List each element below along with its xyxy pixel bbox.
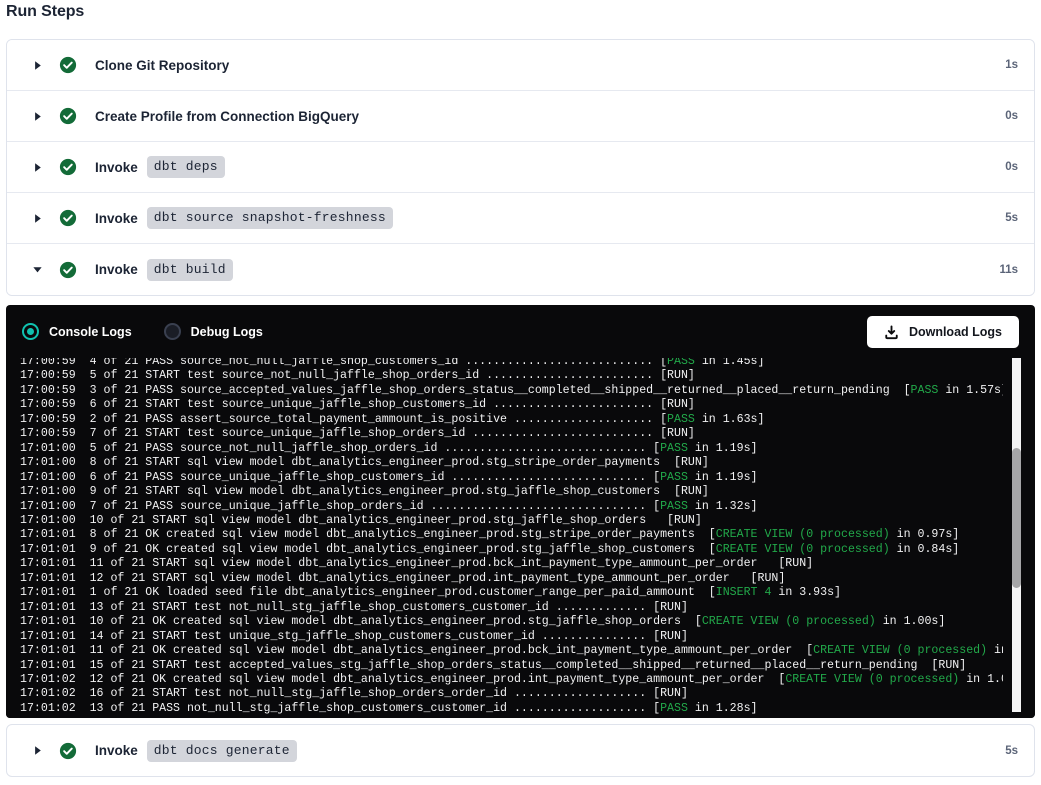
- console-log-line: 17:00:59 2 of 21 PASS assert_source_tota…: [20, 412, 765, 426]
- run-step-label: Invoke: [95, 159, 138, 175]
- run-step-label: Invoke: [95, 743, 138, 758]
- console-log-panel: Console Logs Debug Logs Download Logs 17…: [6, 305, 1035, 718]
- console-log-lines: 17:00:59 4 of 21 PASS source_not_null_ja…: [20, 358, 1003, 718]
- console-log-line: 17:01:02 16 of 21 START test not_null_st…: [20, 687, 688, 701]
- console-log-line: 17:01:01 12 of 21 START sql view model d…: [20, 571, 786, 585]
- download-logs-button[interactable]: Download Logs: [866, 316, 1019, 348]
- console-log-output[interactable]: 17:00:59 4 of 21 PASS source_not_null_ja…: [6, 358, 1035, 718]
- console-scrollbar[interactable]: [1012, 358, 1021, 712]
- console-log-line: 17:01:01 15 of 21 START test accepted_va…: [20, 658, 967, 672]
- run-step-duration: 5s: [1005, 212, 1018, 224]
- run-step-label: Create Profile from Connection BigQuery: [95, 108, 360, 124]
- run-step-label: Invoke: [95, 210, 138, 226]
- run-step-command-badge: dbt source snapshot-freshness: [146, 207, 393, 229]
- run-step-row[interactable]: Clone Git Repository 1s: [7, 40, 1034, 91]
- console-log-line: 17:01:01 1 of 21 OK loaded seed file dbt…: [20, 586, 841, 600]
- console-log-line: 17:01:02 12 of 21 OK created sql view mo…: [20, 672, 1003, 686]
- radio-option-console-logs[interactable]: Console Logs: [22, 323, 132, 340]
- radio-unselected-icon[interactable]: [163, 323, 181, 340]
- console-log-line: 17:00:59 5 of 21 START test source_not_n…: [20, 369, 695, 383]
- radio-selected-icon[interactable]: [22, 323, 39, 340]
- console-log-line: 17:01:02 13 of 21 PASS not_null_stg_jaff…: [20, 701, 758, 715]
- caret-right-icon[interactable]: [29, 111, 45, 122]
- console-log-line: 17:01:01 9 of 21 OK created sql view mod…: [20, 542, 960, 556]
- status-success-icon: [59, 158, 77, 176]
- run-step-docs-generate[interactable]: Invoke dbt docs generate 5s: [6, 724, 1035, 777]
- run-step-duration: 11s: [999, 263, 1018, 276]
- run-step-label: Invoke: [95, 262, 138, 277]
- run-step-row[interactable]: Invoke dbt deps 0s: [7, 142, 1034, 193]
- run-step-duration: 0s: [1005, 161, 1018, 173]
- console-log-line: 17:00:59 3 of 21 PASS source_accepted_va…: [20, 383, 1003, 397]
- console-log-line: 17:01:00 7 of 21 PASS source_unique_jaff…: [20, 499, 758, 513]
- console-log-line: 17:01:01 14 of 21 START test unique_stg_…: [20, 629, 688, 643]
- console-log-line: 17:01:00 10 of 21 START sql view model d…: [20, 513, 702, 527]
- download-logs-label: Download Logs: [908, 325, 1002, 339]
- console-log-line: 17:01:01 11 of 21 OK created sql view mo…: [20, 644, 1003, 658]
- caret-down-icon[interactable]: [29, 264, 45, 275]
- run-step-command-badge: dbt deps: [146, 156, 225, 178]
- console-log-line: 17:00:59 6 of 21 START test source_uniqu…: [20, 398, 695, 412]
- caret-right-icon[interactable]: [29, 60, 45, 71]
- console-log-line: 17:01:00 9 of 21 START sql view model db…: [20, 485, 709, 499]
- caret-right-icon[interactable]: [29, 213, 45, 224]
- run-step-duration: 1s: [1005, 59, 1018, 71]
- status-success-icon: [59, 107, 77, 125]
- console-log-line: 17:00:59 4 of 21 PASS source_not_null_ja…: [20, 358, 765, 368]
- console-log-line: 17:01:01 8 of 21 OK created sql view mod…: [20, 528, 960, 542]
- console-log-line: 17:01:00 5 of 21 PASS source_not_null_ja…: [20, 441, 758, 455]
- radio-label-debug-logs: Debug Logs: [190, 324, 263, 339]
- run-step-duration: 0s: [1005, 110, 1018, 122]
- status-success-icon: [59, 261, 77, 279]
- caret-right-icon[interactable]: [29, 745, 45, 756]
- console-log-line: 17:01:01 11 of 21 START sql view model d…: [20, 557, 814, 571]
- download-icon: [884, 324, 899, 340]
- run-step-row[interactable]: Invoke dbt build 11s: [7, 244, 1034, 295]
- console-log-line: 17:01:01 10 of 21 OK created sql view mo…: [20, 615, 946, 629]
- status-success-icon: [59, 56, 77, 74]
- run-step-duration: 5s: [1005, 744, 1018, 757]
- status-success-icon: [59, 209, 77, 227]
- status-success-icon: [59, 742, 77, 760]
- radio-label-console-logs: Console Logs: [49, 324, 132, 339]
- log-type-radio-group[interactable]: Console Logs Debug Logs: [22, 323, 295, 340]
- console-log-line: 17:01:01 13 of 21 START test not_null_st…: [20, 600, 688, 614]
- run-step-row[interactable]: Create Profile from Connection BigQuery 0…: [7, 91, 1034, 142]
- run-step-command-badge: dbt build: [146, 258, 233, 281]
- run-steps-page: Run Steps Clone Git Repository 1s Create P…: [0, 0, 1041, 785]
- run-step-label: Clone Git Repository: [95, 57, 230, 73]
- console-log-line: 17:01:00 8 of 21 START sql view model db…: [20, 456, 709, 470]
- console-log-line: 17:01:00 6 of 21 PASS source_unique_jaff…: [20, 470, 758, 484]
- run-step-row[interactable]: Invoke dbt source snapshot-freshness 5s: [7, 193, 1034, 244]
- caret-right-icon[interactable]: [29, 162, 45, 173]
- console-scrollbar-thumb[interactable]: [1012, 448, 1021, 588]
- radio-option-debug-logs[interactable]: Debug Logs: [163, 323, 263, 340]
- page-title: Run Steps: [6, 3, 85, 20]
- run-steps-card: Clone Git Repository 1s Create Profile fro…: [6, 39, 1035, 296]
- run-step-command-badge: dbt docs generate: [146, 739, 297, 762]
- console-toolbar: Console Logs Debug Logs Download Logs: [6, 305, 1035, 358]
- console-log-line: 17:00:59 7 of 21 START test source_uniqu…: [20, 427, 695, 441]
